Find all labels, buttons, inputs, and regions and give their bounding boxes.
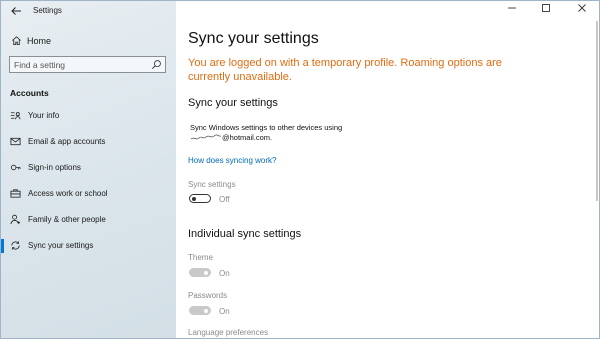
language-preferences-label: Language preferences	[188, 328, 269, 337]
passwords-label: Passwords	[188, 291, 228, 300]
account-email: @hotmail.com.	[222, 133, 273, 142]
mail-icon	[10, 137, 21, 146]
minimize-icon	[508, 7, 516, 9]
sidebar-item-work-school[interactable]: Access work or school	[1, 184, 176, 204]
sidebar-item-label: Sync your settings	[28, 241, 94, 250]
search-icon[interactable]	[151, 59, 162, 70]
app-title: Settings	[33, 6, 62, 15]
main-content: Sync your settings You are logged on wit…	[176, 1, 599, 338]
sync-icon	[11, 241, 20, 250]
window-controls	[499, 1, 599, 21]
briefcase-icon	[10, 189, 21, 198]
sidebar-item-family[interactable]: Family & other people	[1, 210, 176, 230]
individual-sync-heading: Individual sync settings	[188, 228, 302, 240]
close-icon	[578, 4, 586, 12]
maximize-icon	[542, 4, 550, 12]
temporary-profile-warning: You are logged on with a temporary profi…	[188, 57, 502, 83]
passwords-state: On	[219, 307, 230, 316]
redacted-email-scribble	[190, 134, 222, 140]
user-info-icon	[10, 112, 21, 120]
active-indicator	[1, 239, 4, 253]
sidebar-item-label: Sign-in options	[28, 163, 81, 172]
home-label: Home	[27, 36, 52, 46]
toggle-knob	[204, 308, 208, 313]
key-icon	[10, 164, 21, 171]
accounts-heading: Accounts	[10, 88, 49, 98]
sync-settings-state: Off	[219, 195, 230, 204]
sidebar-item-email[interactable]: Email & app accounts	[1, 132, 176, 152]
toggle-knob	[204, 270, 208, 275]
settings-window: Settings Home Accounts Your info Email &…	[0, 0, 600, 339]
sync-settings-toggle[interactable]	[189, 194, 211, 203]
close-button[interactable]	[575, 3, 589, 17]
sidebar-item-label: Email & app accounts	[28, 137, 106, 146]
sync-description: Sync Windows settings to other devices u…	[190, 123, 390, 143]
maximize-button[interactable]	[539, 3, 553, 17]
search-box[interactable]	[9, 56, 166, 73]
sync-description-text: Sync Windows settings to other devices u…	[190, 123, 343, 132]
sidebar-item-label: Your info	[28, 111, 60, 120]
sidebar-item-your-info[interactable]: Your info	[1, 106, 176, 126]
sidebar-item-label: Access work or school	[28, 189, 108, 198]
back-arrow-icon	[11, 7, 21, 15]
sync-section-heading: Sync your settings	[188, 97, 278, 109]
home-icon	[12, 36, 21, 46]
scrollbar[interactable]	[596, 21, 598, 201]
home-nav-item[interactable]: Home	[1, 32, 176, 50]
minimize-button[interactable]	[505, 3, 519, 17]
sidebar-item-label: Family & other people	[28, 215, 106, 224]
sidebar-item-sign-in[interactable]: Sign-in options	[1, 158, 176, 178]
how-syncing-works-link[interactable]: How does syncing work?	[188, 156, 276, 165]
page-title: Sync your settings	[188, 30, 319, 47]
theme-label: Theme	[188, 253, 213, 262]
person-add-icon	[10, 214, 21, 225]
search-input[interactable]	[14, 58, 144, 71]
theme-state: On	[219, 269, 230, 278]
passwords-toggle[interactable]	[189, 306, 211, 315]
sidebar: Settings Home Accounts Your info Email &…	[1, 1, 176, 338]
title-bar: Settings	[1, 1, 176, 23]
back-button[interactable]	[9, 5, 23, 19]
theme-toggle[interactable]	[189, 268, 211, 277]
toggle-knob	[192, 196, 196, 201]
sidebar-item-sync[interactable]: Sync your settings	[1, 236, 176, 256]
sync-settings-label: Sync settings	[188, 180, 236, 189]
